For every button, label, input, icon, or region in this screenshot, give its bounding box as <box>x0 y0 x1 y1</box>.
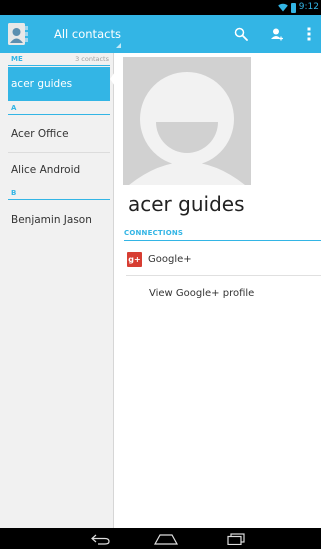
recent-apps-icon <box>227 532 245 545</box>
connections-divider <box>124 240 321 241</box>
contact-item-alice-android[interactable]: Alice Android <box>8 153 110 187</box>
contact-item-benjamin-jason[interactable]: Benjamin Jason <box>8 203 110 237</box>
connection-divider <box>126 275 321 276</box>
spinner-indicator-icon <box>116 43 121 48</box>
default-avatar-icon <box>129 72 245 185</box>
add-contact-icon <box>271 28 283 41</box>
section-header-me: ME 3 contacts <box>8 55 110 66</box>
contact-count: 3 contacts <box>75 55 109 63</box>
back-button[interactable] <box>79 528 123 549</box>
add-contact-button[interactable] <box>262 15 292 53</box>
section-header-b: B <box>8 189 110 200</box>
navigation-bar <box>0 528 321 549</box>
contacts-app-icon[interactable] <box>6 22 30 46</box>
overflow-menu-icon <box>307 27 311 41</box>
overflow-menu-button[interactable] <box>298 15 320 53</box>
recent-apps-button[interactable] <box>214 528 258 549</box>
search-button[interactable] <box>226 15 256 53</box>
contacts-list[interactable]: ME 3 contacts acer guides A Acer Office … <box>0 53 117 528</box>
section-letter: A <box>11 104 17 112</box>
google-plus-icon: g+ <box>127 252 142 267</box>
section-letter: B <box>11 189 17 197</box>
contact-detail: acer guides CONNECTIONS g+ Google+ View … <box>114 53 321 528</box>
search-icon <box>234 27 248 41</box>
battery-icon <box>290 2 296 13</box>
action-bar: All contacts <box>0 15 321 53</box>
contact-item-acer-office[interactable]: Acer Office <box>8 117 110 151</box>
home-icon <box>153 533 179 545</box>
status-indicators: 9:12 <box>277 1 319 14</box>
section-letter: ME <box>11 55 23 63</box>
status-bar: 9:12 <box>0 0 321 15</box>
contacts-content: ME 3 contacts acer guides A Acer Office … <box>0 53 321 528</box>
wifi-icon <box>277 3 288 12</box>
home-button[interactable] <box>144 528 188 549</box>
contacts-filter-spinner[interactable]: All contacts <box>54 15 121 53</box>
contact-photo[interactable] <box>123 57 251 185</box>
status-time: 9:12 <box>298 2 319 12</box>
section-header-a: A <box>8 104 110 115</box>
contact-name: acer guides <box>128 192 245 216</box>
google-plus-connection[interactable]: Google+ <box>148 252 192 267</box>
connections-header: CONNECTIONS <box>124 229 184 237</box>
contact-item-acer-guides[interactable]: acer guides <box>8 67 110 101</box>
back-icon <box>91 534 110 545</box>
view-google-plus-profile-button[interactable]: View Google+ profile <box>149 286 254 301</box>
